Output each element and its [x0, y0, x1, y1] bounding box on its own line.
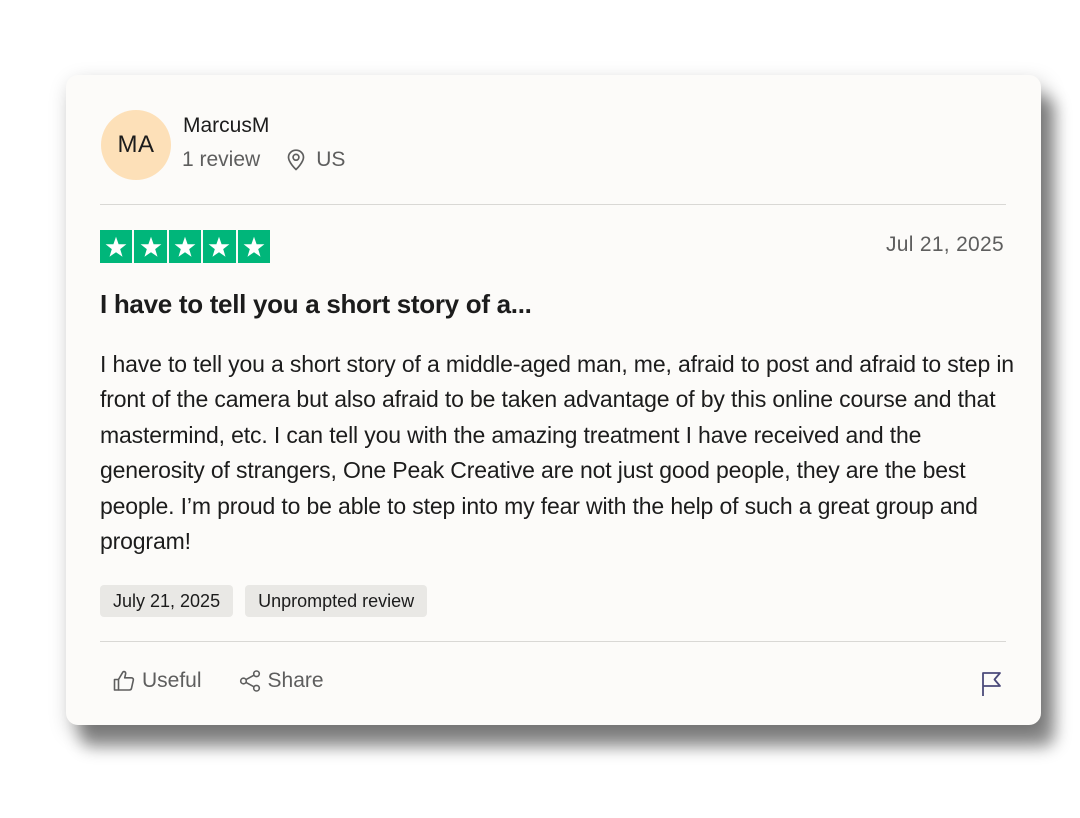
review-count: 1 review [182, 148, 261, 171]
review-date: Jul 21, 2025 [885, 233, 1004, 256]
thumbs-up-icon [113, 670, 135, 691]
location-pin-icon [286, 149, 306, 171]
star-icon [100, 230, 133, 263]
share-icon [239, 670, 260, 692]
avatar: MA [101, 110, 171, 180]
star-icon [203, 230, 236, 263]
review-title[interactable]: I have to tell you a short story of a... [100, 289, 532, 320]
header-divider [100, 204, 1006, 205]
useful-label: Useful [142, 669, 202, 692]
share-button[interactable]: Share [238, 669, 324, 693]
review-tags: July 21, 2025 Unprompted review [100, 585, 428, 617]
page: MA MarcusM 1 review US Jul 21, 2025 I ha… [0, 0, 1080, 818]
reviewer-country: US [316, 148, 346, 171]
flag-icon [982, 672, 1001, 696]
reviewer-name[interactable]: MarcusM [183, 114, 269, 138]
review-body: I have to tell you a short story of a mi… [100, 351, 1014, 555]
footer-divider [100, 641, 1006, 642]
tag-unprompted-review[interactable]: Unprompted review [245, 585, 428, 617]
useful-button[interactable]: Useful [112, 669, 202, 693]
reviewer-meta: 1 review US [182, 147, 345, 173]
star-icon [134, 230, 167, 263]
share-label: Share [267, 669, 324, 692]
star-icon [237, 230, 270, 263]
avatar-initials: MA [117, 131, 155, 158]
review-card: MA MarcusM 1 review US Jul 21, 2025 I ha… [66, 75, 1041, 725]
tag-experience-date: July 21, 2025 [100, 585, 234, 617]
review-actions: Useful Share [112, 669, 324, 693]
star-icon [168, 230, 202, 263]
star-rating [100, 230, 270, 263]
report-flag-button[interactable] [979, 670, 1005, 698]
